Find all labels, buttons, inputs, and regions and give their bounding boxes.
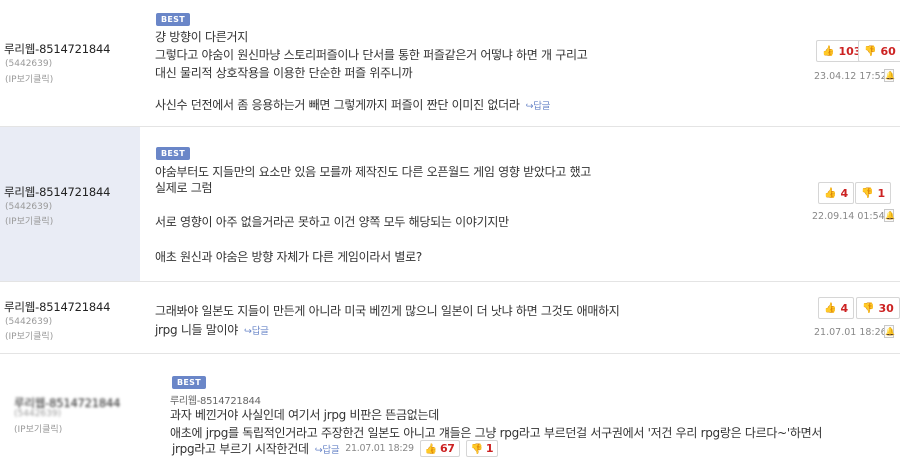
comment-author-id: (5442639) — [5, 317, 53, 327]
thumbs-down-icon: 👎 — [864, 45, 877, 57]
downvote-count: 60 — [880, 44, 896, 58]
upvote-count: 67 — [439, 442, 455, 455]
comment-text-line: 실제로 그럼 — [155, 181, 213, 195]
comment-text-line: 애초 원신과 야숨은 방향 자체가 다른 게임이라서 별로? — [155, 250, 422, 264]
reply-button[interactable]: ↪답글 — [526, 101, 551, 112]
downvote-button[interactable]: 👎 1 — [855, 182, 892, 204]
comment-text-line: 걍 방향이 다른거지 — [155, 30, 248, 44]
comment-text-line: jrpg 니들 말이야 ↪답글 — [155, 321, 269, 338]
comment-row: 루리웹-8514721844 (5442639) (IP보기클릭) 그래봐야 일… — [0, 282, 900, 354]
ip-view-link[interactable]: (IP보기클릭) — [5, 72, 53, 85]
best-badge: BEST — [156, 147, 190, 160]
comment-text: 사신수 던전에서 좀 응용하는거 빼면 그렇게까지 퍼즐이 짠단 이미진 없더라 — [155, 98, 520, 112]
comment-author[interactable]: 루리웹-8514721844 — [4, 299, 110, 315]
thumbs-down-icon: 👎 — [861, 187, 874, 199]
comment-author[interactable]: 루리웹-8514721844 — [4, 184, 110, 200]
comment-text-line: 과자 베낀거야 사실인데 여기서 jrpg 비판은 뜬금없는데 — [170, 408, 439, 422]
comment-author-column: 루리웹-8514721844 (5442639) (IP보기클릭) — [0, 354, 140, 466]
thumbs-up-icon: 👍 — [824, 302, 837, 314]
comment-author-id: (5442639) — [14, 409, 62, 419]
comment-text-line: 야숨부터도 지들만의 요소만 있음 모를까 제작진도 다른 오픈월드 게임 영향… — [155, 165, 592, 179]
comment-date: 21.07.01 18:26 — [814, 327, 887, 338]
thumbs-down-icon: 👎 — [862, 302, 875, 314]
downvote-count: 30 — [878, 301, 894, 315]
comment-text-line: 서로 영향이 아주 없을거라곤 못하고 이건 양쪽 모두 해당되는 이야기지만 — [155, 215, 509, 229]
comment-text-line: 애초에 jrpg를 독립적인거라고 주장한건 일본도 아니고 걔들은 그냥 rp… — [170, 426, 823, 440]
comment-author-column: 루리웹-8514721844 (5442639) (IP보기클릭) — [0, 127, 140, 281]
comment-text-line: 대신 물리적 상호작용을 이용한 단순한 퍼즐 위주니까 — [155, 66, 413, 80]
comment-date: 22.09.14 01:54 — [812, 211, 885, 222]
comment-text-line: 그렇다고 야숨이 원신마냥 스토리퍼즐이나 단서를 통한 퍼즐같은거 어떻냐 하… — [155, 48, 588, 62]
comment-text-line: 그래봐야 일본도 지들이 만든게 아니라 미국 베낀게 많으니 일본이 더 낫냐… — [155, 304, 620, 318]
downvote-count: 1 — [877, 186, 886, 200]
comment-text: jrpg라고 부르기 시작한건데 — [172, 442, 309, 456]
report-bell-icon[interactable]: 🔔 — [884, 209, 895, 222]
downvote-button[interactable]: 👎 1 — [465, 440, 499, 457]
comment-text-line: 사신수 던전에서 좀 응용하는거 빼면 그렇게까지 퍼즐이 짠단 이미진 없더라… — [155, 96, 550, 113]
best-badge: BEST — [172, 376, 206, 389]
comment-author[interactable]: 루리웹-8514721844 — [4, 41, 110, 57]
comment-date: 21.07.01 18:29 — [345, 443, 414, 454]
upvote-count: 4 — [840, 301, 849, 315]
comment-date: 23.04.12 17:52 — [814, 71, 887, 82]
comment-row: 루리웹-8514721844 (5442639) (IP보기클릭) BEST 야… — [0, 127, 900, 282]
quoted-author: 루리웹-8514721844 — [170, 396, 261, 407]
thumbs-up-icon: 👍 — [822, 45, 835, 57]
reply-button[interactable]: ↪답글 — [315, 442, 340, 456]
comment-author-id: (5442639) — [5, 202, 53, 212]
thumbs-down-icon: 👎 — [470, 444, 483, 455]
comment-text: jrpg 니들 말이야 — [155, 323, 239, 337]
ip-view-link[interactable]: (IP보기클릭) — [5, 329, 53, 342]
best-badge: BEST — [156, 13, 190, 26]
upvote-button[interactable]: 👍 67 — [419, 440, 460, 457]
upvote-button[interactable]: 👍 4 — [818, 182, 855, 204]
comment-row: 루리웹-8514721844 (5442639) (IP보기클릭) BEST 걍… — [0, 0, 900, 127]
comment-author-column: 루리웹-8514721844 (5442639) (IP보기클릭) — [0, 0, 140, 126]
thumbs-up-icon: 👍 — [824, 187, 837, 199]
report-bell-icon[interactable]: 🔔 — [884, 325, 895, 338]
ip-view-link[interactable]: (IP보기클릭) — [14, 422, 62, 435]
downvote-button[interactable]: 👎 30 — [856, 297, 900, 319]
reply-button[interactable]: ↪답글 — [244, 326, 269, 337]
upvote-button[interactable]: 👍 4 — [818, 297, 855, 319]
comment-footer: jrpg라고 부르기 시작한건데 ↪답글 21.07.01 18:29 👍 67 … — [172, 440, 499, 457]
comment-author-column: 루리웹-8514721844 (5442639) (IP보기클릭) — [0, 282, 140, 353]
ip-view-link[interactable]: (IP보기클릭) — [5, 214, 53, 227]
thumbs-up-icon: 👍 — [424, 444, 437, 455]
report-bell-icon[interactable]: 🔔 — [884, 69, 895, 82]
comment-author-id: (5442639) — [5, 59, 53, 69]
upvote-count: 4 — [840, 186, 849, 200]
downvote-button[interactable]: 👎 60 — [858, 40, 900, 62]
downvote-count: 1 — [485, 442, 494, 455]
